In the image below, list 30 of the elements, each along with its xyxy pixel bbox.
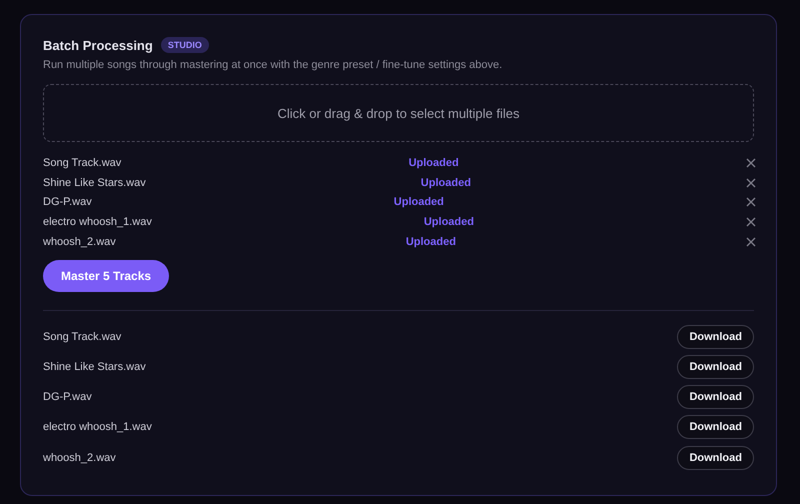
file-name: electro whoosh_1.wav: [43, 421, 152, 434]
download-button[interactable]: Download: [677, 324, 754, 349]
upload-status: Uploaded: [406, 236, 456, 248]
file-name: DG-P.wav: [43, 391, 92, 404]
upload-status: Uploaded: [420, 176, 471, 189]
download-button[interactable]: Download: [677, 415, 754, 440]
upload-status: Uploaded: [408, 156, 459, 169]
file-name: Shine Like Stars.wav: [43, 176, 146, 189]
master-button[interactable]: Master 5 Tracks: [43, 260, 170, 292]
upload-status: Uploaded: [424, 216, 474, 228]
upload-status: Uploaded: [394, 196, 444, 208]
panel-title: Batch Processing: [43, 38, 153, 52]
close-icon[interactable]: [746, 236, 756, 247]
close-icon[interactable]: [746, 158, 756, 168]
download-button[interactable]: Download: [677, 385, 754, 410]
file-name: electro whoosh_1.wav: [43, 216, 152, 228]
download-button[interactable]: Download: [677, 354, 754, 379]
studio-badge: STUDIO: [160, 37, 209, 53]
file-name: Shine Like Stars.wav: [43, 360, 146, 373]
close-icon[interactable]: [746, 178, 756, 188]
close-icon[interactable]: [746, 197, 756, 208]
file-name: whoosh_2.wav: [43, 452, 116, 464]
file-name: Song Track.wav: [43, 156, 122, 169]
panel-description: Run multiple songs through mastering at once with the genre preset / fine-tune settings above.: [43, 59, 504, 71]
file-name: whoosh_2.wav: [43, 236, 116, 248]
file-name: Song Track.wav: [43, 330, 122, 343]
close-icon[interactable]: [746, 216, 756, 227]
file-dropzone[interactable]: Click or drag & drop to select multiple files: [43, 84, 754, 142]
file-name: DG-P.wav: [43, 196, 92, 208]
download-button[interactable]: Download: [677, 446, 754, 470]
